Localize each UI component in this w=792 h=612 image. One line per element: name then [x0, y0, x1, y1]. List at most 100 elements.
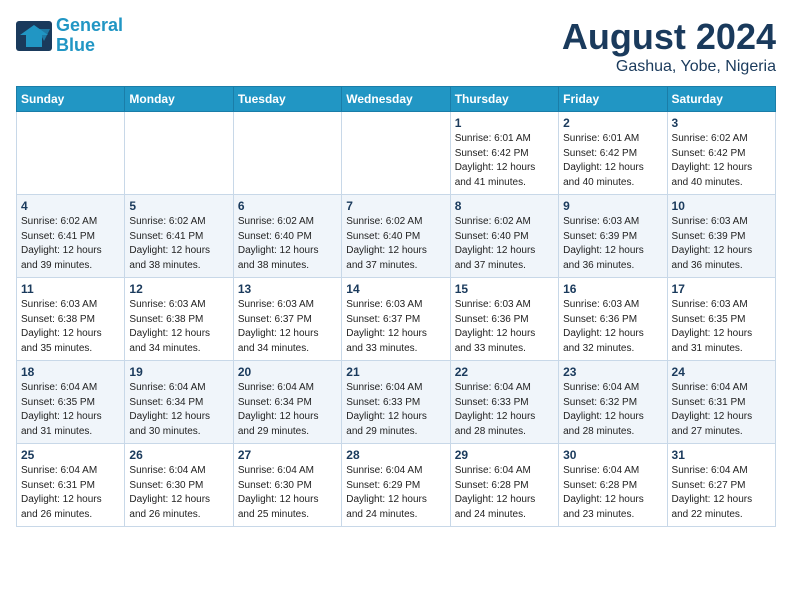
day-info: Sunrise: 6:02 AMSunset: 6:41 PMDaylight:… — [129, 215, 228, 273]
calendar-week-row: 25 Sunrise: 6:04 AMSunset: 6:31 PMDayligh… — [17, 444, 776, 527]
day-number: 5 — [129, 199, 228, 213]
weekday-header: Thursday — [450, 87, 558, 112]
day-number: 2 — [563, 116, 662, 130]
logo-icon — [16, 21, 52, 51]
day-number: 26 — [129, 448, 228, 462]
day-number: 28 — [346, 448, 445, 462]
day-info: Sunrise: 6:03 AMSunset: 6:39 PMDaylight:… — [672, 215, 771, 273]
day-info: Sunrise: 6:04 AMSunset: 6:31 PMDaylight:… — [21, 464, 120, 522]
day-number: 3 — [672, 116, 771, 130]
calendar-cell — [342, 112, 450, 195]
calendar-cell: 24Sunrise: 6:04 AMSunset: 6:31 PMDayligh… — [667, 361, 775, 444]
day-info: Sunrise: 6:02 AMSunset: 6:40 PMDaylight:… — [238, 215, 337, 273]
day-number: 18 — [21, 365, 120, 379]
page-header: GeneralBlue August 2024 Gashua, Yobe, Ni… — [16, 16, 776, 76]
day-number: 27 — [238, 448, 337, 462]
weekday-header: Friday — [559, 87, 667, 112]
calendar-cell: 31Sunrise: 6:04 AMSunset: 6:27 PMDayligh… — [667, 444, 775, 527]
calendar-cell: 17Sunrise: 6:03 AMSunset: 6:35 PMDayligh… — [667, 278, 775, 361]
calendar-cell: 11Sunrise: 6:03 AMSunset: 6:38 PMDayligh… — [17, 278, 125, 361]
weekday-header: Sunday — [17, 87, 125, 112]
day-info: Sunrise: 6:04 AMSunset: 6:32 PMDaylight:… — [563, 381, 662, 439]
day-info: Sunrise: 6:02 AMSunset: 6:40 PMDaylight:… — [455, 215, 554, 273]
logo-text: GeneralBlue — [56, 16, 123, 56]
calendar-cell: 3 Sunrise: 6:02 AMSunset: 6:42 PMDaylight… — [667, 112, 775, 195]
day-number: 14 — [346, 282, 445, 296]
calendar-cell: 12 Sunrise: 6:03 AMSunset: 6:38 PMDayligh… — [125, 278, 233, 361]
calendar-cell: 30 Sunrise: 6:04 AMSunset: 6:28 PMDayligh… — [559, 444, 667, 527]
day-info: Sunrise: 6:04 AMSunset: 6:34 PMDaylight:… — [238, 381, 337, 439]
calendar-week-row: 11 Sunrise: 6:03 AMSunset: 6:38 PMDayligh… — [17, 278, 776, 361]
calendar-cell: 7 Sunrise: 6:02 AMSunset: 6:40 PMDaylight… — [342, 195, 450, 278]
day-number: 11 — [21, 282, 120, 296]
calendar-cell: 25 Sunrise: 6:04 AMSunset: 6:31 PMDayligh… — [17, 444, 125, 527]
calendar-cell: 1 Sunrise: 6:01 AMSunset: 6:42 PMDaylight… — [450, 112, 558, 195]
calendar-cell: 2 Sunrise: 6:01 AMSunset: 6:42 PMDaylight… — [559, 112, 667, 195]
location: Gashua, Yobe, Nigeria — [562, 58, 776, 76]
logo: GeneralBlue — [16, 16, 123, 56]
day-number: 21 — [346, 365, 445, 379]
day-info: Sunrise: 6:03 AMSunset: 6:38 PMDaylight:… — [129, 298, 228, 356]
calendar-cell: 6 Sunrise: 6:02 AMSunset: 6:40 PMDaylight… — [233, 195, 341, 278]
calendar-cell: 18Sunrise: 6:04 AMSunset: 6:35 PMDayligh… — [17, 361, 125, 444]
day-number: 23 — [563, 365, 662, 379]
day-number: 8 — [455, 199, 554, 213]
day-number: 15 — [455, 282, 554, 296]
calendar-cell: 21Sunrise: 6:04 AMSunset: 6:33 PMDayligh… — [342, 361, 450, 444]
title-block: August 2024 Gashua, Yobe, Nigeria — [562, 16, 776, 76]
calendar-cell: 5 Sunrise: 6:02 AMSunset: 6:41 PMDaylight… — [125, 195, 233, 278]
calendar-cell: 29 Sunrise: 6:04 AMSunset: 6:28 PMDayligh… — [450, 444, 558, 527]
day-number: 22 — [455, 365, 554, 379]
day-number: 31 — [672, 448, 771, 462]
calendar-cell: 20 Sunrise: 6:04 AMSunset: 6:34 PMDayligh… — [233, 361, 341, 444]
calendar-cell: 10 Sunrise: 6:03 AMSunset: 6:39 PMDayligh… — [667, 195, 775, 278]
day-number: 29 — [455, 448, 554, 462]
calendar-week-row: 4Sunrise: 6:02 AMSunset: 6:41 PMDaylight… — [17, 195, 776, 278]
calendar-header-row: SundayMondayTuesdayWednesdayThursdayFrid… — [17, 87, 776, 112]
calendar-cell: 8 Sunrise: 6:02 AMSunset: 6:40 PMDaylight… — [450, 195, 558, 278]
day-info: Sunrise: 6:03 AMSunset: 6:37 PMDaylight:… — [238, 298, 337, 356]
month-title: August 2024 — [562, 16, 776, 58]
day-info: Sunrise: 6:04 AMSunset: 6:33 PMDaylight:… — [455, 381, 554, 439]
weekday-header: Saturday — [667, 87, 775, 112]
day-number: 30 — [563, 448, 662, 462]
day-info: Sunrise: 6:02 AMSunset: 6:42 PMDaylight:… — [672, 132, 771, 190]
calendar-cell: 23 Sunrise: 6:04 AMSunset: 6:32 PMDayligh… — [559, 361, 667, 444]
calendar-cell: 15Sunrise: 6:03 AMSunset: 6:36 PMDayligh… — [450, 278, 558, 361]
day-number: 25 — [21, 448, 120, 462]
calendar-table: SundayMondayTuesdayWednesdayThursdayFrid… — [16, 86, 776, 527]
day-info: Sunrise: 6:04 AMSunset: 6:28 PMDaylight:… — [563, 464, 662, 522]
calendar-cell — [233, 112, 341, 195]
day-info: Sunrise: 6:03 AMSunset: 6:36 PMDaylight:… — [563, 298, 662, 356]
calendar-week-row: 1 Sunrise: 6:01 AMSunset: 6:42 PMDaylight… — [17, 112, 776, 195]
day-number: 17 — [672, 282, 771, 296]
weekday-header: Wednesday — [342, 87, 450, 112]
calendar-cell — [125, 112, 233, 195]
day-info: Sunrise: 6:01 AMSunset: 6:42 PMDaylight:… — [563, 132, 662, 190]
day-number: 6 — [238, 199, 337, 213]
calendar-cell — [17, 112, 125, 195]
day-number: 12 — [129, 282, 228, 296]
day-info: Sunrise: 6:04 AMSunset: 6:34 PMDaylight:… — [129, 381, 228, 439]
day-info: Sunrise: 6:02 AMSunset: 6:41 PMDaylight:… — [21, 215, 120, 273]
day-number: 7 — [346, 199, 445, 213]
day-number: 10 — [672, 199, 771, 213]
day-info: Sunrise: 6:03 AMSunset: 6:37 PMDaylight:… — [346, 298, 445, 356]
calendar-week-row: 18Sunrise: 6:04 AMSunset: 6:35 PMDayligh… — [17, 361, 776, 444]
day-info: Sunrise: 6:04 AMSunset: 6:30 PMDaylight:… — [129, 464, 228, 522]
day-info: Sunrise: 6:03 AMSunset: 6:39 PMDaylight:… — [563, 215, 662, 273]
day-info: Sunrise: 6:04 AMSunset: 6:31 PMDaylight:… — [672, 381, 771, 439]
day-info: Sunrise: 6:04 AMSunset: 6:30 PMDaylight:… — [238, 464, 337, 522]
calendar-cell: 27 Sunrise: 6:04 AMSunset: 6:30 PMDayligh… — [233, 444, 341, 527]
day-info: Sunrise: 6:02 AMSunset: 6:40 PMDaylight:… — [346, 215, 445, 273]
day-number: 1 — [455, 116, 554, 130]
day-number: 13 — [238, 282, 337, 296]
day-info: Sunrise: 6:04 AMSunset: 6:28 PMDaylight:… — [455, 464, 554, 522]
day-info: Sunrise: 6:01 AMSunset: 6:42 PMDaylight:… — [455, 132, 554, 190]
day-info: Sunrise: 6:04 AMSunset: 6:29 PMDaylight:… — [346, 464, 445, 522]
calendar-cell: 9Sunrise: 6:03 AMSunset: 6:39 PMDaylight… — [559, 195, 667, 278]
calendar-cell: 26 Sunrise: 6:04 AMSunset: 6:30 PMDayligh… — [125, 444, 233, 527]
day-number: 20 — [238, 365, 337, 379]
calendar-cell: 22 Sunrise: 6:04 AMSunset: 6:33 PMDayligh… — [450, 361, 558, 444]
weekday-header: Monday — [125, 87, 233, 112]
